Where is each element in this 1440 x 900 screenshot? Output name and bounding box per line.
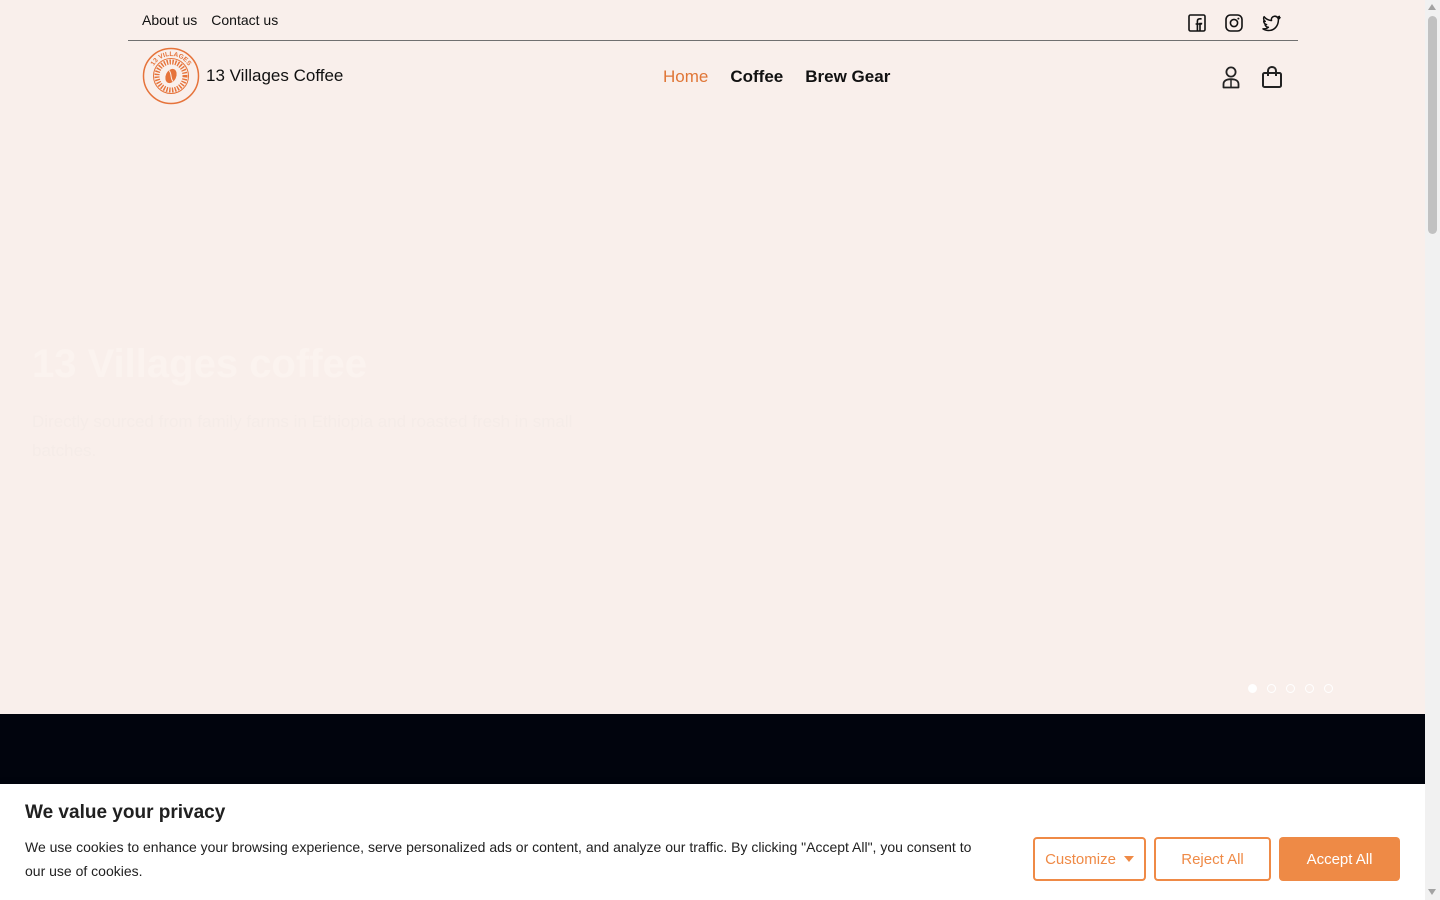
hero-title: 13 Villages coffee xyxy=(32,342,367,386)
customize-button[interactable]: Customize xyxy=(1033,837,1146,881)
cart-icon[interactable] xyxy=(1260,65,1284,89)
facebook-icon[interactable] xyxy=(1188,14,1208,34)
scrollbar[interactable] xyxy=(1425,0,1440,900)
carousel-dot[interactable] xyxy=(1248,684,1257,693)
account-icon[interactable] xyxy=(1220,65,1242,89)
social-links xyxy=(1188,14,1282,34)
carousel-dot[interactable] xyxy=(1286,684,1295,693)
carousel-dots xyxy=(1248,684,1333,693)
reject-all-button[interactable]: Reject All xyxy=(1154,837,1271,881)
cookie-text: We use cookies to enhance your browsing … xyxy=(25,839,972,879)
scroll-up-icon[interactable] xyxy=(1428,4,1436,10)
brand-name[interactable]: 13 Villages Coffee xyxy=(206,66,343,86)
accept-all-button[interactable]: Accept All xyxy=(1279,837,1400,881)
twitter-icon[interactable] xyxy=(1262,14,1282,34)
about-us-link[interactable]: About us xyxy=(142,12,197,28)
instagram-icon[interactable] xyxy=(1225,14,1245,34)
carousel-dot[interactable] xyxy=(1305,684,1314,693)
carousel-dot[interactable] xyxy=(1267,684,1276,693)
scroll-down-icon[interactable] xyxy=(1428,889,1436,895)
brand[interactable]: 13 VILLAGES 13 Villages Coffee xyxy=(142,47,343,105)
main-nav: Home Coffee Brew Gear xyxy=(663,67,890,87)
page: About us Contact us 13 VILLAGES 13 Villa… xyxy=(0,0,1425,900)
nav-brew-gear[interactable]: Brew Gear xyxy=(805,67,890,87)
header-actions xyxy=(1220,65,1284,89)
scrollbar-thumb[interactable] xyxy=(1428,16,1437,234)
carousel-dot[interactable] xyxy=(1324,684,1333,693)
site-header: 13 VILLAGES 13 Villages Coffee Home Coff… xyxy=(128,41,1298,115)
hero-subtitle: Directly sourced from family farms in Et… xyxy=(32,412,573,460)
nav-home[interactable]: Home xyxy=(663,67,708,87)
brand-logo: 13 VILLAGES xyxy=(142,47,200,105)
top-bar: About us Contact us xyxy=(128,0,1298,41)
caret-down-icon xyxy=(1123,856,1134,862)
customize-label: Customize xyxy=(1045,850,1116,868)
cookie-title: We value your privacy xyxy=(25,802,226,823)
top-links: About us Contact us xyxy=(142,12,278,28)
contact-us-link[interactable]: Contact us xyxy=(211,12,278,28)
cookie-banner: We value your privacy We use cookies to … xyxy=(0,784,1425,900)
nav-coffee[interactable]: Coffee xyxy=(730,67,783,87)
